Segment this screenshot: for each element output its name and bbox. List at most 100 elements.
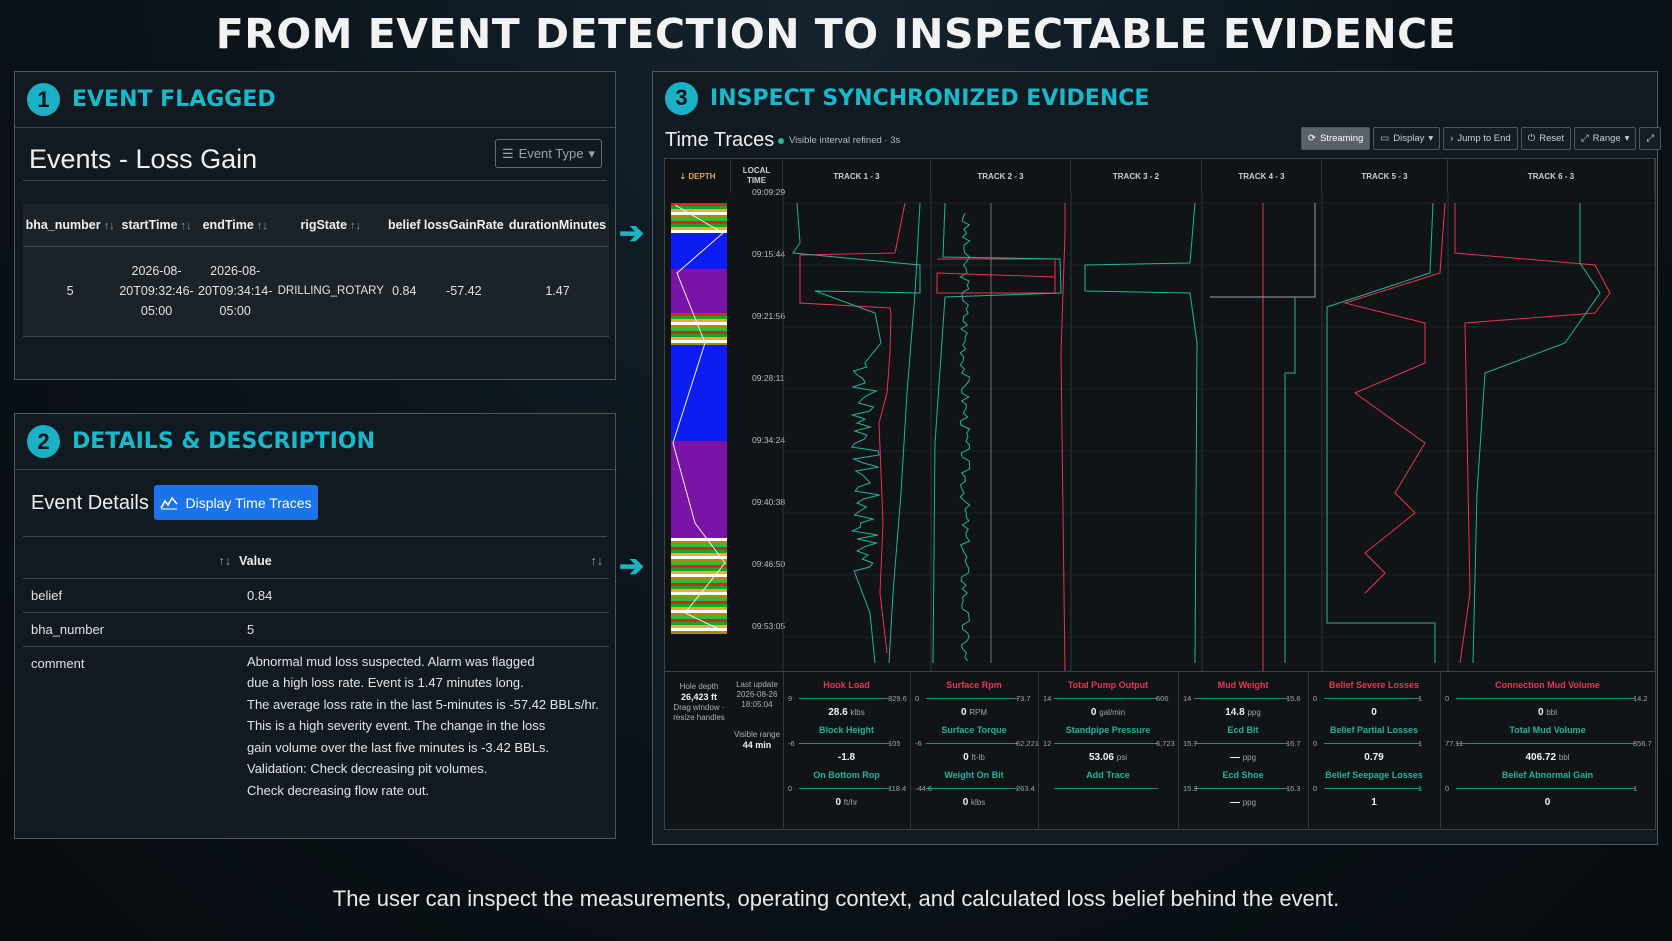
trace-name: Mud Weight (1217, 680, 1269, 690)
end-line: 20T09:34:14- (198, 284, 273, 298)
last-update-time: 18:05:04 (741, 700, 773, 709)
track-header[interactable]: TRACK 2 - 3 (931, 159, 1071, 193)
value-number: 28.6 (828, 707, 848, 718)
row-key: comment (31, 655, 85, 671)
toolbar-label: Reset (1539, 133, 1565, 144)
divider (23, 180, 607, 181)
lithology-band (671, 562, 727, 565)
visible-range-value: 44 min (742, 740, 772, 750)
track-header[interactable]: TRACK 3 - 2 (1071, 159, 1202, 193)
value-number: 0 (1090, 707, 1097, 718)
lithology-band (671, 212, 727, 215)
step-number: 1 (27, 83, 60, 116)
cell-duration: 1.47 (506, 246, 609, 337)
lithology-band (671, 580, 727, 583)
trace-scale-line (1456, 698, 1635, 699)
comment-line: Abnormal mud loss suspected. Alarm was f… (247, 653, 535, 669)
fullscreen-icon: ⤢ (1646, 133, 1655, 144)
value-unit: ppg (1247, 708, 1261, 717)
expand-icon: ⤢ (1581, 133, 1589, 144)
cell-belief: 0.84 (387, 246, 422, 337)
lithology-band (671, 227, 727, 230)
panel-header: 1 EVENT FLAGGED (15, 72, 615, 128)
time-header-line: LOCAL (742, 166, 771, 175)
lithology-band (671, 598, 727, 601)
event-type-filter-button[interactable]: ☰ Event Type ▾ (495, 139, 602, 168)
display-button[interactable]: ▭ Display ▾ (1373, 127, 1441, 150)
comment-line: This is a high severity event. The chang… (247, 718, 546, 733)
last-update-date: 2026-08-26 (736, 690, 778, 699)
depth-label: DEPTH (688, 171, 716, 181)
event-flagged-panel: 1 EVENT FLAGGED Events - Loss Gain ☰ Eve… (14, 71, 616, 380)
last-update-readout: Last update 2026-08-26 18:05:04 Visible … (731, 680, 783, 751)
trace-value: 0 gal/min (1038, 707, 1178, 718)
value-number: 0 (1371, 707, 1377, 718)
scale-min: 15.3 (1183, 784, 1198, 793)
start-line: 20T09:32:46- (119, 284, 194, 298)
column-header-label: belief (387, 217, 421, 232)
panel-title: EVENT FLAGGED (72, 87, 276, 112)
column-header[interactable]: belief (387, 204, 422, 247)
trace-scale-line (926, 698, 1018, 699)
lithology-band (671, 319, 727, 322)
key-header[interactable]: ↑↓ (23, 544, 239, 579)
arrow-right-icon: ➔ (619, 550, 645, 583)
trace-scale-line (1456, 788, 1635, 789)
trace-plot[interactable] (665, 193, 1655, 671)
time-traces-chart[interactable]: ⇣ DEPTH LOCAL TIME TRACK 1 - 3 TRACK 2 - … (664, 158, 1656, 830)
button-label: Display Time Traces (185, 494, 312, 511)
trace-scale-line (799, 743, 890, 744)
sort-icon: ↑↓ (350, 219, 362, 232)
trace-scale-line (1456, 743, 1635, 744)
trace-value: -1.8 (783, 752, 910, 763)
jump-to-end-button[interactable]: › Jump to End (1443, 127, 1518, 150)
trace-value: 0 (1308, 707, 1440, 718)
column-header[interactable]: rigState ↑↓ (274, 204, 387, 247)
toolbar: ⟳ Streaming ▭ Display ▾ › Jump to End ⏻ Reset… (1301, 127, 1662, 150)
value-header[interactable]: Value ↑↓ (239, 544, 609, 579)
column-header[interactable]: endTime ↑↓ (195, 204, 275, 247)
scale-min: 0 (1313, 739, 1318, 748)
scale-min: 77.11 (1445, 739, 1464, 748)
streaming-button[interactable]: ⟳ Streaming (1301, 127, 1371, 150)
panel-title: DETAILS & DESCRIPTION (72, 429, 376, 454)
column-header[interactable]: lossGainRate (421, 204, 507, 247)
value-number: — (1229, 752, 1240, 763)
fullscreen-button[interactable]: ⤢ (1639, 127, 1662, 150)
lithology-band (671, 331, 727, 334)
trace-scale-line (1194, 788, 1288, 789)
lithology-band (671, 337, 727, 340)
trace-name: Surface Torque (941, 725, 1007, 735)
trace-value: 0 ft-lb (910, 752, 1038, 763)
trace-scale-line (926, 788, 1018, 789)
track-header[interactable]: TRACK 1 - 3 (783, 159, 931, 193)
sort-icon: ↑↓ (218, 553, 232, 568)
column-header[interactable]: bha_number ↑↓ (23, 204, 118, 247)
start-line: 05:00 (140, 304, 173, 318)
track-header[interactable]: TRACK 4 - 3 (1202, 159, 1322, 193)
trace-scale-line (799, 698, 890, 699)
track-header[interactable]: TRACK 6 - 3 (1448, 159, 1655, 193)
reset-icon: ⏻ (1527, 133, 1536, 144)
value-unit: bbl (1558, 753, 1570, 762)
drag-hint: resize handles (673, 713, 725, 722)
trace-scale-line (1324, 698, 1420, 699)
table-row[interactable]: 5 2026-08- 20T09:32:46- 05:00 2026-08- 2… (23, 246, 609, 337)
value-unit: gal/min (1099, 708, 1126, 717)
trace-name: Surface Rpm (946, 680, 1002, 690)
page-headline: FROM EVENT DETECTION TO INSPECTABLE EVID… (215, 10, 1457, 58)
column-header[interactable]: durationMinutes (506, 204, 609, 247)
trace-name: Belief Seepage Losses (1325, 770, 1423, 780)
value-unit: ft/hr (843, 798, 858, 807)
trace-value: 0 ft/hr (783, 797, 910, 808)
scale-min: -44.6 (915, 784, 933, 793)
display-time-traces-button[interactable]: Display Time Traces (154, 485, 318, 520)
column-header[interactable]: startTime ↑↓ (117, 204, 196, 247)
lithology-band (671, 441, 727, 538)
trace-name: Total Pump Output (1067, 680, 1149, 690)
add-trace-button[interactable]: Add Trace (1038, 770, 1178, 780)
sort-icon: ↑↓ (256, 219, 268, 232)
range-button[interactable]: ⤢ Range ▾ (1574, 127, 1637, 150)
track-header[interactable]: TRACK 5 - 3 (1322, 159, 1448, 193)
reset-button[interactable]: ⏻ Reset (1520, 127, 1572, 150)
